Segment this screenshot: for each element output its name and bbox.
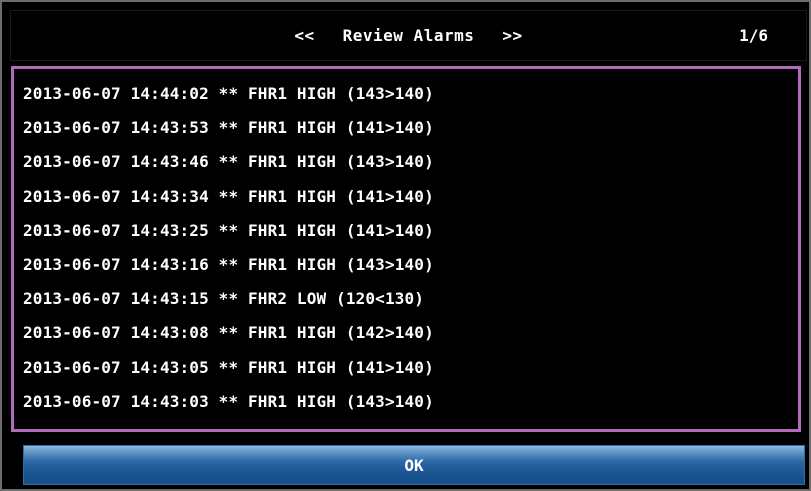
list-item[interactable]: 2013-06-07 14:43:08 ** FHR1 HIGH (142>14… bbox=[14, 316, 798, 350]
page-title: Review Alarms bbox=[342, 26, 475, 45]
list-item[interactable]: 2013-06-07 14:43:46 ** FHR1 HIGH (143>14… bbox=[14, 145, 798, 179]
page-indicator: 1/6 bbox=[739, 26, 768, 45]
previous-page-button[interactable]: << bbox=[288, 22, 320, 49]
list-item[interactable]: 2013-06-07 14:43:05 ** FHR1 HIGH (141>14… bbox=[14, 351, 798, 385]
list-item[interactable]: 2013-06-07 14:43:16 ** FHR1 HIGH (143>14… bbox=[14, 248, 798, 282]
next-page-button[interactable]: >> bbox=[496, 22, 528, 49]
list-item[interactable]: 2013-06-07 14:43:03 ** FHR1 HIGH (143>14… bbox=[14, 385, 798, 419]
title-navigation: << Review Alarms >> bbox=[11, 11, 806, 60]
list-item[interactable]: 2013-06-07 14:44:02 ** FHR1 HIGH (143>14… bbox=[14, 77, 798, 111]
list-item[interactable]: 2013-06-07 14:43:53 ** FHR1 HIGH (141>14… bbox=[14, 111, 798, 145]
alarm-review-window: << Review Alarms >> 1/6 2013-06-07 14:44… bbox=[0, 0, 811, 491]
header-bar: << Review Alarms >> 1/6 bbox=[10, 10, 807, 61]
list-item[interactable]: 2013-06-07 14:43:15 ** FHR2 LOW (120<130… bbox=[14, 282, 798, 316]
list-item[interactable]: 2013-06-07 14:43:25 ** FHR1 HIGH (141>14… bbox=[14, 214, 798, 248]
list-item[interactable]: 2013-06-07 14:43:34 ** FHR1 HIGH (141>14… bbox=[14, 180, 798, 214]
alarm-list[interactable]: 2013-06-07 14:44:02 ** FHR1 HIGH (143>14… bbox=[11, 66, 801, 432]
ok-button[interactable]: OK bbox=[23, 445, 805, 485]
